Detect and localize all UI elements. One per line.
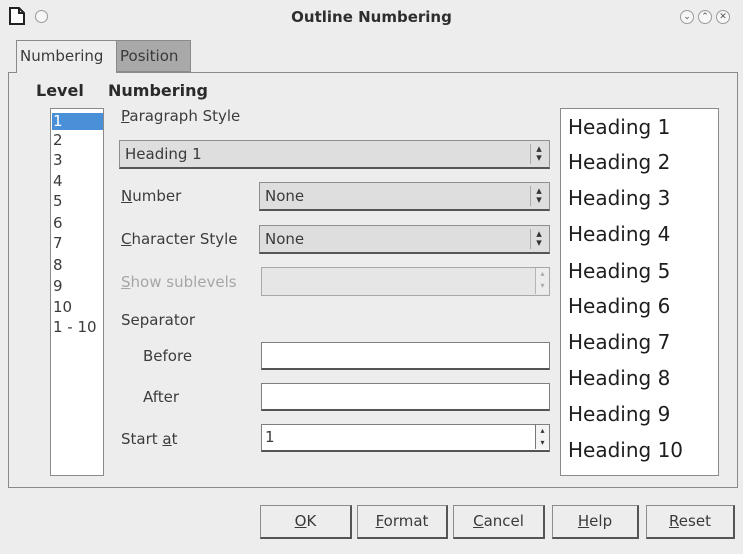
character-style-value: None [265,230,305,248]
combo-arrows-icon: ▴ ▾ [530,185,547,206]
preview-heading-4: Heading 4 [568,222,671,246]
numbering-heading: Numbering [108,81,208,100]
before-label: Before [143,347,193,365]
start-at-spinbox[interactable]: 1 ▴ ▾ [261,424,550,452]
start-at-value: 1 [265,428,275,446]
window-title: Outline Numbering [291,8,452,26]
level-item-9[interactable]: 9 [52,278,63,295]
tab-position[interactable]: Position [117,40,191,72]
level-item-10[interactable]: 10 [52,299,72,316]
level-item-1[interactable]: 1 [52,113,103,130]
level-item-8[interactable]: 8 [52,257,63,274]
level-heading: Level [36,81,84,100]
spin-arrows-icon: ▴ ▾ [535,268,549,294]
preview-heading-3: Heading 3 [568,186,671,210]
after-input[interactable] [261,383,550,411]
paragraph-style-label: Paragraph Style [121,107,241,125]
preview-pane: Heading 1 Heading 2 Heading 3 Heading 4 … [560,108,719,476]
show-sublevels-label: Show sublevels [121,273,237,291]
tab-numbering[interactable]: Numbering [16,40,117,73]
combo-arrows-icon: ▴ ▾ [530,143,547,164]
paragraph-style-value: Heading 1 [125,145,202,163]
before-input[interactable] [261,342,550,370]
show-sublevels-spin: ▴ ▾ [261,267,550,296]
spin-arrows-icon[interactable]: ▴ ▾ [535,425,549,449]
preview-heading-6: Heading 6 [568,294,671,318]
character-style-label: Character Style [121,230,238,248]
preview-heading-10: Heading 10 [568,438,684,462]
level-list[interactable]: 1 2 3 4 5 6 7 8 9 10 1 - 10 [50,108,104,476]
after-label: After [143,388,180,406]
tab-numbering-label: Numbering [20,47,104,65]
format-button[interactable]: Format [357,505,448,539]
tab-position-label: Position [120,47,179,65]
maximize-icon[interactable]: ⌃ [698,10,712,24]
help-button[interactable]: Help [552,505,639,539]
reset-button[interactable]: Reset [646,505,735,539]
paragraph-style-combo[interactable]: Heading 1 ▴ ▾ [119,140,550,169]
preview-heading-7: Heading 7 [568,330,671,354]
preview-heading-8: Heading 8 [568,366,671,390]
level-item-1-10[interactable]: 1 - 10 [52,319,97,336]
separator-label: Separator [121,311,196,329]
level-item-5[interactable]: 5 [52,193,63,210]
number-label: Number [121,187,182,205]
ok-button[interactable]: OK [260,505,352,539]
number-combo[interactable]: None ▴ ▾ [259,182,550,211]
minimize-icon[interactable]: ⌄ [680,10,694,24]
level-item-3[interactable]: 3 [52,152,63,169]
preview-heading-2: Heading 2 [568,150,671,174]
level-item-4[interactable]: 4 [52,173,63,190]
character-style-combo[interactable]: None ▴ ▾ [259,225,550,254]
preview-heading-5: Heading 5 [568,259,671,283]
cancel-button[interactable]: Cancel [453,505,545,539]
number-value: None [265,187,305,205]
start-at-label: Start at [121,430,178,448]
preview-heading-9: Heading 9 [568,402,671,426]
combo-arrows-icon: ▴ ▾ [530,228,547,249]
level-item-7[interactable]: 7 [52,235,63,252]
level-item-2[interactable]: 2 [52,132,63,149]
close-icon[interactable]: ✕ [716,10,730,24]
level-item-6[interactable]: 6 [52,215,63,232]
preview-heading-1: Heading 1 [568,115,671,139]
